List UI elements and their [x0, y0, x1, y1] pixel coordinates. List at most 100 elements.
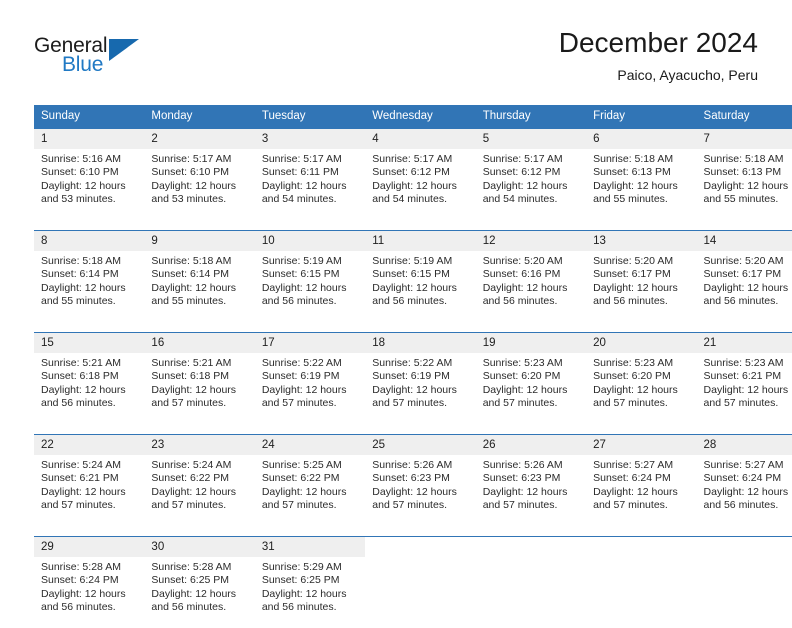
day-cell[interactable]: 24Sunrise: 5:25 AMSunset: 6:22 PMDayligh… — [255, 435, 365, 526]
calendar-cell: 14Sunrise: 5:20 AMSunset: 6:17 PMDayligh… — [697, 231, 792, 323]
sunrise-text: Sunrise: 5:28 AM — [41, 561, 138, 574]
day-cell[interactable]: 17Sunrise: 5:22 AMSunset: 6:19 PMDayligh… — [255, 333, 365, 424]
daylight-text-line2: and 54 minutes. — [262, 193, 359, 206]
sunrise-text: Sunrise: 5:21 AM — [151, 357, 248, 370]
sunrise-text: Sunrise: 5:18 AM — [593, 153, 690, 166]
calendar-cell: 3Sunrise: 5:17 AMSunset: 6:11 PMDaylight… — [255, 129, 365, 220]
sunrise-text: Sunrise: 5:16 AM — [41, 153, 138, 166]
day-cell[interactable]: 30Sunrise: 5:28 AMSunset: 6:25 PMDayligh… — [144, 537, 254, 628]
sunset-text: Sunset: 6:15 PM — [372, 268, 469, 281]
daylight-text-line1: Daylight: 12 hours — [483, 486, 580, 499]
day-cell[interactable]: 18Sunrise: 5:22 AMSunset: 6:19 PMDayligh… — [365, 333, 475, 424]
day-number: 30 — [144, 537, 254, 557]
day-cell[interactable]: 26Sunrise: 5:26 AMSunset: 6:23 PMDayligh… — [476, 435, 586, 526]
day-number: 1 — [34, 129, 144, 149]
daylight-text-line1: Daylight: 12 hours — [41, 486, 138, 499]
day-cell[interactable]: 20Sunrise: 5:23 AMSunset: 6:20 PMDayligh… — [586, 333, 696, 424]
day-info: Sunrise: 5:27 AMSunset: 6:24 PMDaylight:… — [586, 455, 696, 512]
sunset-text: Sunset: 6:17 PM — [593, 268, 690, 281]
day-cell[interactable]: 7Sunrise: 5:18 AMSunset: 6:13 PMDaylight… — [697, 129, 792, 220]
calendar-week-row: 15Sunrise: 5:21 AMSunset: 6:18 PMDayligh… — [34, 333, 792, 425]
daylight-text-line1: Daylight: 12 hours — [151, 180, 248, 193]
day-cell[interactable]: 10Sunrise: 5:19 AMSunset: 6:15 PMDayligh… — [255, 231, 365, 322]
calendar-cell: 31Sunrise: 5:29 AMSunset: 6:25 PMDayligh… — [255, 537, 365, 628]
calendar-cell: 30Sunrise: 5:28 AMSunset: 6:25 PMDayligh… — [144, 537, 254, 628]
calendar-cell: 12Sunrise: 5:20 AMSunset: 6:16 PMDayligh… — [476, 231, 586, 323]
day-cell[interactable]: 15Sunrise: 5:21 AMSunset: 6:18 PMDayligh… — [34, 333, 144, 424]
daylight-text-line2: and 57 minutes. — [151, 397, 248, 410]
day-cell[interactable]: 19Sunrise: 5:23 AMSunset: 6:20 PMDayligh… — [476, 333, 586, 424]
day-number — [365, 537, 475, 557]
day-cell[interactable]: 27Sunrise: 5:27 AMSunset: 6:24 PMDayligh… — [586, 435, 696, 526]
sunrise-text: Sunrise: 5:23 AM — [704, 357, 792, 370]
calendar-cell: 13Sunrise: 5:20 AMSunset: 6:17 PMDayligh… — [586, 231, 696, 323]
daylight-text-line2: and 57 minutes. — [151, 499, 248, 512]
day-info: Sunrise: 5:18 AMSunset: 6:14 PMDaylight:… — [144, 251, 254, 308]
sunrise-text: Sunrise: 5:25 AM — [262, 459, 359, 472]
sunrise-text: Sunrise: 5:20 AM — [593, 255, 690, 268]
day-info: Sunrise: 5:22 AMSunset: 6:19 PMDaylight:… — [255, 353, 365, 410]
day-info: Sunrise: 5:18 AMSunset: 6:13 PMDaylight:… — [697, 149, 792, 206]
daylight-text-line1: Daylight: 12 hours — [704, 384, 792, 397]
day-cell[interactable]: 4Sunrise: 5:17 AMSunset: 6:12 PMDaylight… — [365, 129, 475, 220]
week-spacer-cell — [34, 322, 792, 333]
day-info: Sunrise: 5:28 AMSunset: 6:24 PMDaylight:… — [34, 557, 144, 614]
day-cell[interactable]: 1Sunrise: 5:16 AMSunset: 6:10 PMDaylight… — [34, 129, 144, 220]
sunset-text: Sunset: 6:17 PM — [704, 268, 792, 281]
day-cell[interactable]: 12Sunrise: 5:20 AMSunset: 6:16 PMDayligh… — [476, 231, 586, 322]
day-cell[interactable]: 22Sunrise: 5:24 AMSunset: 6:21 PMDayligh… — [34, 435, 144, 526]
daylight-text-line1: Daylight: 12 hours — [593, 486, 690, 499]
daylight-text-line2: and 55 minutes. — [593, 193, 690, 206]
day-cell[interactable]: 28Sunrise: 5:27 AMSunset: 6:24 PMDayligh… — [697, 435, 792, 526]
day-info: Sunrise: 5:18 AMSunset: 6:14 PMDaylight:… — [34, 251, 144, 308]
day-cell-empty — [476, 537, 586, 628]
day-cell[interactable]: 29Sunrise: 5:28 AMSunset: 6:24 PMDayligh… — [34, 537, 144, 628]
day-cell[interactable]: 21Sunrise: 5:23 AMSunset: 6:21 PMDayligh… — [697, 333, 792, 424]
day-number: 22 — [34, 435, 144, 455]
day-cell[interactable]: 2Sunrise: 5:17 AMSunset: 6:10 PMDaylight… — [144, 129, 254, 220]
day-cell[interactable]: 13Sunrise: 5:20 AMSunset: 6:17 PMDayligh… — [586, 231, 696, 322]
day-number: 5 — [476, 129, 586, 149]
day-cell[interactable]: 5Sunrise: 5:17 AMSunset: 6:12 PMDaylight… — [476, 129, 586, 220]
weekday-header-wednesday: Wednesday — [365, 105, 475, 129]
daylight-text-line2: and 57 minutes. — [262, 397, 359, 410]
day-cell[interactable]: 11Sunrise: 5:19 AMSunset: 6:15 PMDayligh… — [365, 231, 475, 322]
sunset-text: Sunset: 6:21 PM — [41, 472, 138, 485]
day-number: 7 — [697, 129, 792, 149]
calendar-cell: 28Sunrise: 5:27 AMSunset: 6:24 PMDayligh… — [697, 435, 792, 527]
day-cell[interactable]: 3Sunrise: 5:17 AMSunset: 6:11 PMDaylight… — [255, 129, 365, 220]
day-cell[interactable]: 14Sunrise: 5:20 AMSunset: 6:17 PMDayligh… — [697, 231, 792, 322]
day-cell[interactable]: 9Sunrise: 5:18 AMSunset: 6:14 PMDaylight… — [144, 231, 254, 322]
daylight-text-line1: Daylight: 12 hours — [41, 282, 138, 295]
day-cell[interactable]: 25Sunrise: 5:26 AMSunset: 6:23 PMDayligh… — [365, 435, 475, 526]
sunset-text: Sunset: 6:23 PM — [372, 472, 469, 485]
day-cell[interactable]: 16Sunrise: 5:21 AMSunset: 6:18 PMDayligh… — [144, 333, 254, 424]
day-cell[interactable]: 6Sunrise: 5:18 AMSunset: 6:13 PMDaylight… — [586, 129, 696, 220]
day-cell[interactable]: 31Sunrise: 5:29 AMSunset: 6:25 PMDayligh… — [255, 537, 365, 628]
sunset-text: Sunset: 6:20 PM — [593, 370, 690, 383]
daylight-text-line2: and 57 minutes. — [593, 499, 690, 512]
day-info: Sunrise: 5:19 AMSunset: 6:15 PMDaylight:… — [255, 251, 365, 308]
sunrise-text: Sunrise: 5:17 AM — [262, 153, 359, 166]
daylight-text-line2: and 56 minutes. — [151, 601, 248, 614]
calendar-cell: 19Sunrise: 5:23 AMSunset: 6:20 PMDayligh… — [476, 333, 586, 425]
day-number: 4 — [365, 129, 475, 149]
sunrise-text: Sunrise: 5:20 AM — [483, 255, 580, 268]
daylight-text-line1: Daylight: 12 hours — [151, 486, 248, 499]
daylight-text-line2: and 54 minutes. — [483, 193, 580, 206]
logo-text-blue: Blue — [62, 53, 103, 77]
week-spacer-cell — [34, 424, 792, 435]
sunset-text: Sunset: 6:25 PM — [151, 574, 248, 587]
sunrise-text: Sunrise: 5:17 AM — [483, 153, 580, 166]
sunrise-text: Sunrise: 5:18 AM — [151, 255, 248, 268]
day-number: 3 — [255, 129, 365, 149]
calendar-cell: 6Sunrise: 5:18 AMSunset: 6:13 PMDaylight… — [586, 129, 696, 220]
page-title: December 2024 — [559, 26, 758, 60]
day-info: Sunrise: 5:18 AMSunset: 6:13 PMDaylight:… — [586, 149, 696, 206]
day-cell[interactable]: 8Sunrise: 5:18 AMSunset: 6:14 PMDaylight… — [34, 231, 144, 322]
day-cell[interactable]: 23Sunrise: 5:24 AMSunset: 6:22 PMDayligh… — [144, 435, 254, 526]
daylight-text-line1: Daylight: 12 hours — [372, 282, 469, 295]
sunset-text: Sunset: 6:10 PM — [151, 166, 248, 179]
calendar-week-row: 29Sunrise: 5:28 AMSunset: 6:24 PMDayligh… — [34, 537, 792, 628]
calendar-cell: 23Sunrise: 5:24 AMSunset: 6:22 PMDayligh… — [144, 435, 254, 527]
